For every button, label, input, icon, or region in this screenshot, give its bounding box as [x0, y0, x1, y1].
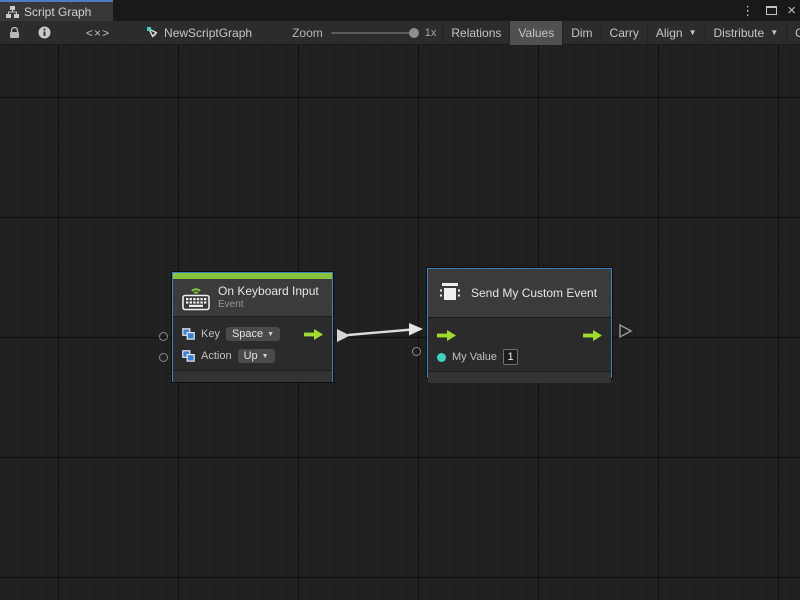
toolbar-button-relations[interactable]: Relations [442, 21, 509, 45]
toolbar-button-align[interactable]: Align ▼ [647, 21, 705, 45]
node-footer [428, 371, 611, 383]
zoom-label: Zoom [292, 26, 323, 40]
graph-asset-button[interactable]: NewScriptGraph [136, 21, 262, 45]
lock-icon [9, 27, 20, 39]
graph-asset-name: NewScriptGraph [164, 26, 252, 40]
node-body: My Value 1 [428, 318, 611, 371]
graph-toolbar: <×> NewScriptGraph Zoom 1x Relations Val… [0, 21, 800, 45]
toolbar-button-carry[interactable]: Carry [601, 21, 647, 45]
info-button[interactable] [29, 21, 60, 45]
node-header: On Keyboard Input Event [173, 279, 332, 316]
tab-title: Script Graph [24, 5, 91, 19]
code-preview-button[interactable]: <×> [60, 21, 136, 45]
connection-wire [0, 45, 800, 600]
value-port-dot[interactable] [437, 353, 446, 362]
chevron-down-icon: ▼ [262, 353, 269, 360]
keyboard-icon [182, 285, 210, 311]
enum-icon [182, 328, 195, 340]
info-icon [38, 26, 51, 39]
flow-input-port[interactable] [437, 330, 456, 341]
flow-continuation-port[interactable] [618, 323, 633, 339]
zoom-value: 1x [425, 27, 437, 39]
node-title: Send My Custom Event [471, 286, 597, 301]
chevron-down-icon: ▼ [689, 28, 697, 37]
toolbar-button-distribute[interactable]: Distribute ▼ [705, 21, 787, 45]
node-subtitle: Event [218, 299, 319, 311]
value-input-port-my-value[interactable] [412, 347, 421, 356]
toolbar-toggle-buttons: Relations Values Dim Carry Align ▼ Distr… [442, 21, 800, 45]
node-send-my-custom-event[interactable]: Send My Custom Event My Value 1 [427, 268, 612, 378]
maximize-icon[interactable] [766, 6, 777, 15]
toolbar-button-dim[interactable]: Dim [562, 21, 600, 45]
flow-output-port[interactable] [583, 330, 602, 341]
code-icon: <×> [86, 26, 110, 40]
my-value-input[interactable]: 1 [503, 349, 518, 365]
lock-button[interactable] [0, 21, 29, 45]
chevron-down-icon: ▼ [267, 331, 274, 338]
port-row-key: Key Space ▼ [173, 323, 332, 345]
close-icon[interactable]: × [787, 3, 796, 18]
key-dropdown[interactable]: Space ▼ [226, 327, 280, 341]
flow-output-port[interactable] [304, 329, 323, 340]
node-body: Key Space ▼ Action Up ▼ [173, 317, 332, 370]
port-label: My Value [452, 351, 497, 363]
zoom-slider[interactable] [331, 32, 417, 34]
graph-canvas[interactable]: On Keyboard Input Event Key Space ▼ [0, 45, 800, 600]
custom-event-icon [437, 280, 463, 306]
port-row-action: Action Up ▼ [173, 345, 332, 367]
toolbar-button-overview[interactable]: Overview [786, 21, 800, 45]
value-input-port-action[interactable] [159, 353, 168, 362]
node-title: On Keyboard Input [218, 284, 319, 299]
window-controls: ⋮ × [739, 0, 796, 21]
window-menu-icon[interactable]: ⋮ [739, 4, 756, 17]
zoom-control: Zoom 1x [292, 26, 436, 40]
graph-hierarchy-icon [6, 6, 19, 18]
node-footer [173, 370, 332, 382]
tab-script-graph[interactable]: Script Graph [0, 0, 113, 21]
graph-asset-icon [146, 26, 159, 39]
port-row-my-value: My Value 1 [428, 346, 611, 368]
chevron-down-icon: ▼ [770, 28, 778, 37]
toolbar-button-values[interactable]: Values [509, 21, 562, 45]
zoom-slider-handle[interactable] [409, 28, 419, 38]
flow-row [428, 324, 611, 346]
port-label: Key [201, 328, 220, 340]
action-dropdown[interactable]: Up ▼ [238, 349, 275, 363]
port-label: Action [201, 350, 232, 362]
window-tab-bar: Script Graph ⋮ × [0, 0, 800, 21]
value-input-port-key[interactable] [159, 332, 168, 341]
node-header: Send My Custom Event [428, 269, 611, 317]
enum-icon [182, 350, 195, 362]
node-on-keyboard-input[interactable]: On Keyboard Input Event Key Space ▼ [172, 272, 333, 382]
